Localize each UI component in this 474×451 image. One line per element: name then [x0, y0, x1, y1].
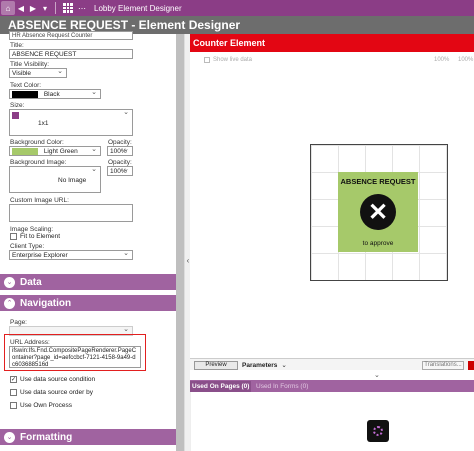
used-content-area [190, 392, 474, 451]
left-scrollbar[interactable] [176, 34, 184, 451]
custom-image-input[interactable] [9, 204, 133, 222]
title-bar: ⌂ ◀ ▶ ▾ ⋯ Lobby Element Designer [0, 0, 474, 16]
section-formatting[interactable]: ⌄ Formatting [0, 429, 176, 445]
checkbox-box[interactable] [204, 57, 210, 63]
show-live-data-label: Show live data [213, 57, 253, 63]
chevron-down-icon[interactable]: ⌄ [374, 371, 380, 379]
tab-used-in-forms[interactable]: Used In Forms (0) [254, 381, 310, 392]
size-grid-icon [12, 112, 19, 119]
description-field[interactable]: HR Absence Request Counter [9, 31, 133, 40]
bg-color-value: Light Green [43, 148, 78, 155]
page-title: ABSENCE REQUEST - Element Designer [8, 18, 241, 32]
properties-panel: HR Absence Request Counter Title: ABSENC… [0, 31, 176, 451]
used-tabs-bar: Used On Pages (0) Used In Forms (0) [190, 380, 474, 392]
use-ds-order-label: Use data source order by [20, 389, 93, 396]
section-data[interactable]: ⌄ Data [0, 274, 176, 290]
title-label: Title: [10, 42, 24, 49]
zoom-select-secondary[interactable]: 100% [458, 57, 473, 63]
text-color-label: Text Color: [10, 82, 42, 89]
counter-element-title: Counter Element [190, 34, 474, 52]
use-ds-condition-checkbox[interactable]: ✓ Use data source condition [10, 376, 95, 383]
section-data-label: Data [20, 276, 42, 288]
zoom-select[interactable]: 100% [434, 57, 449, 63]
x-circle-icon: ✕ [360, 194, 396, 230]
bg-color-label: Background Color: [10, 139, 64, 146]
text-color-swatch [12, 91, 38, 98]
size-value: 1x1 [38, 120, 49, 127]
tab-preview[interactable]: Preview [194, 361, 238, 370]
opacity2-select[interactable]: 100% [107, 166, 133, 176]
title-visibility-value: Visible [12, 70, 32, 77]
translations-button[interactable]: Translations... [422, 361, 464, 370]
apps-grid-icon[interactable] [63, 3, 73, 13]
checkbox-checked[interactable]: ✓ [10, 376, 17, 383]
use-own-process-checkbox[interactable]: Use Own Process [10, 402, 72, 409]
bg-image-label: Background Image: [10, 159, 67, 166]
url-label: URL Address: [10, 339, 50, 346]
image-scaling-label: Image Scaling: [10, 226, 53, 233]
expand-icon: ⌄ [4, 276, 15, 288]
opacity-value: 100% [110, 148, 127, 155]
tile-title: ABSENCE REQUEST [340, 177, 416, 186]
section-navigation-label: Navigation [20, 297, 72, 309]
loading-spinner-icon [367, 420, 389, 442]
size-label: Size: [10, 102, 25, 109]
show-live-data-checkbox[interactable]: Show live data [204, 57, 252, 63]
checkbox-box[interactable] [10, 233, 17, 240]
opacity2-label: Opacity: [108, 159, 132, 166]
opacity-select[interactable]: 100% [107, 146, 133, 156]
divider [55, 2, 56, 14]
checkbox-box[interactable] [10, 402, 17, 409]
dropdown-icon[interactable]: ▾ [39, 0, 51, 16]
title-visibility-select[interactable]: Visible [9, 68, 67, 78]
checkbox-box[interactable] [10, 389, 17, 396]
use-own-process-label: Use Own Process [20, 402, 73, 409]
tile-subtitle: to approve [362, 240, 394, 247]
bg-color-swatch [12, 148, 38, 155]
counter-element-header: Counter Element [190, 34, 474, 52]
section-formatting-label: Formatting [20, 431, 73, 443]
tab-parameters[interactable]: Parameters [242, 361, 287, 369]
size-select[interactable]: 1x1 [9, 109, 133, 136]
client-type-label: Client Type: [10, 243, 45, 250]
title-visibility-label: Title Visibility: [10, 61, 50, 68]
title-input[interactable]: ABSENCE REQUEST [9, 49, 133, 59]
text-color-value: Black [43, 91, 60, 98]
client-type-value: Enterprise Explorer [12, 252, 68, 259]
collapse-icon: ⌃ [4, 297, 15, 309]
bg-color-select[interactable]: Light Green [9, 146, 101, 156]
bg-image-select[interactable]: No Image [9, 166, 101, 193]
counter-tile[interactable]: ABSENCE REQUEST ✕ to approve [338, 172, 418, 252]
element-canvas: ABSENCE REQUEST ✕ to approve [310, 144, 448, 281]
use-ds-order-checkbox[interactable]: Use data source order by [10, 389, 93, 396]
text-color-select[interactable]: Black [9, 89, 101, 99]
preview-tabs-bar: Preview Parameters Translations... [190, 358, 474, 370]
expand-icon: ⌄ [4, 431, 15, 443]
preview-panel: Counter Element Show live data 100% 100%… [190, 34, 474, 451]
app-title: Lobby Element Designer [94, 3, 182, 13]
fit-to-element-checkbox[interactable]: Fit to Element [10, 233, 60, 240]
client-type-select[interactable]: Enterprise Explorer [9, 250, 133, 260]
tab-used-on-pages[interactable]: Used On Pages (0) [190, 381, 252, 392]
opacity2-value: 100% [110, 168, 127, 175]
home-icon[interactable]: ⌂ [1, 1, 15, 15]
close-button[interactable] [468, 361, 474, 370]
use-ds-condition-label: Use data source condition [20, 376, 96, 383]
fit-to-element-label: Fit to Element [20, 233, 61, 240]
back-icon[interactable]: ◀ [15, 0, 27, 16]
url-input[interactable]: ifswin:Ifs.Fnd.CompositePageRenderer.Pag… [9, 346, 141, 368]
menu-dots-icon[interactable]: ⋯ [76, 0, 88, 16]
bg-image-value: No Image [58, 177, 87, 184]
opacity-label: Opacity: [108, 139, 132, 146]
page-label: Page: [10, 319, 27, 326]
custom-image-label: Custom Image URL: [10, 197, 69, 204]
section-navigation[interactable]: ⌃ Navigation [0, 295, 176, 311]
forward-icon[interactable]: ▶ [27, 0, 39, 16]
